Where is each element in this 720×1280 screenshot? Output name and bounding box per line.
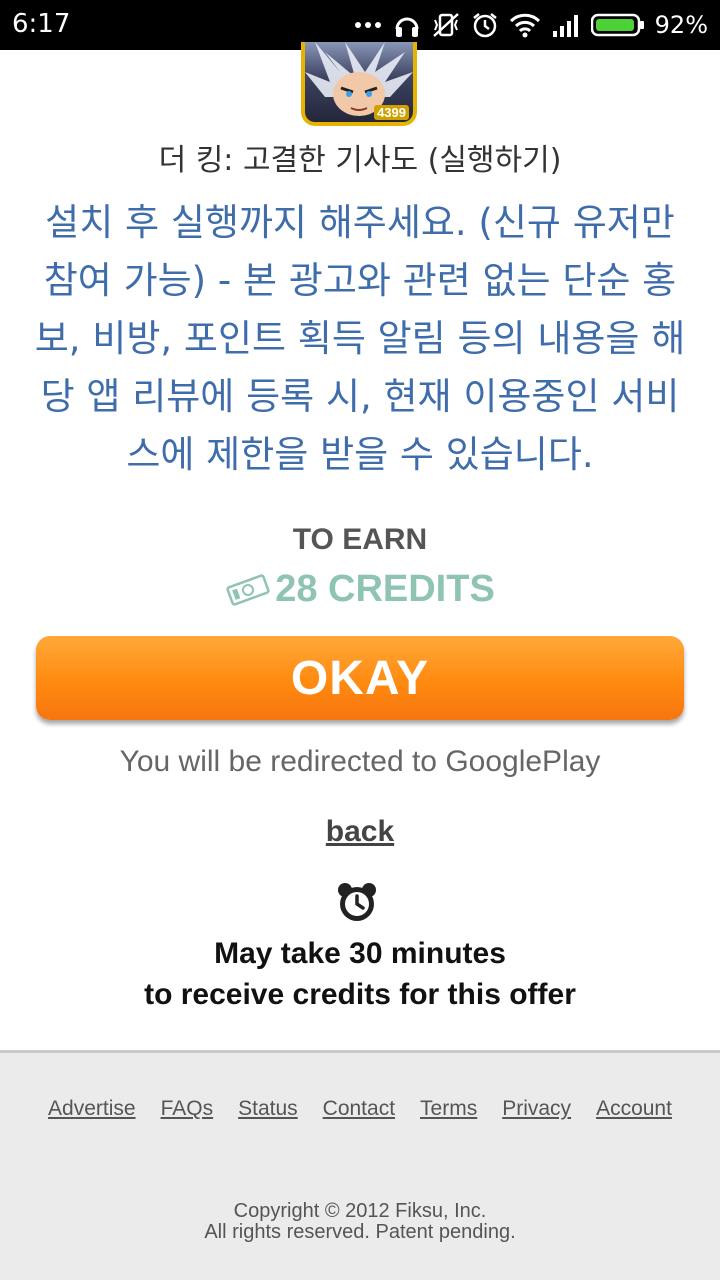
headset-icon <box>393 11 421 39</box>
alarm-icon <box>471 11 499 39</box>
credits-text: 28 CREDITS <box>275 568 495 610</box>
alarm-clock-icon <box>338 883 376 921</box>
status-time: 6:17 <box>12 9 71 39</box>
back-link[interactable]: back <box>0 815 720 849</box>
vibrate-off-icon <box>431 11 461 39</box>
to-earn-label: TO EARN <box>292 523 428 556</box>
footer-link-terms[interactable]: Terms <box>420 1097 477 1121</box>
money-icon <box>226 573 270 606</box>
footer-link-advertise[interactable]: Advertise <box>48 1097 136 1121</box>
footer-link-account[interactable]: Account <box>596 1097 672 1121</box>
battery-icon <box>590 12 645 38</box>
copyright-line-1: Copyright © 2012 Fiksu, Inc. <box>233 1200 487 1222</box>
footer-link-contact[interactable]: Contact <box>323 1097 395 1121</box>
signal-icon <box>551 12 581 38</box>
footer-link-status[interactable]: Status <box>238 1097 298 1121</box>
credits-amount: 28 CREDITS <box>0 568 720 611</box>
wait-notice: May take 30 minutes to receive credits f… <box>0 933 720 1015</box>
footer: Advertise FAQs Status Contact Terms Priv… <box>0 1050 720 1280</box>
app-badge: 4399 <box>374 105 409 120</box>
footer-link-faqs[interactable]: FAQs <box>161 1097 214 1121</box>
copyright: Copyright © 2012 Fiksu, Inc. All rights … <box>0 1201 720 1243</box>
redirect-notice: You will be redirected to GooglePlay <box>119 745 601 778</box>
wait-line-1: May take 30 minutes <box>214 937 506 970</box>
wait-line-2: to receive credits for this offer <box>144 978 576 1011</box>
footer-link-privacy[interactable]: Privacy <box>502 1097 571 1121</box>
wifi-icon <box>509 12 541 38</box>
app-title: 더 킹: 고결한 기사도 (실행하기) <box>158 143 562 178</box>
offer-description: 설치 후 실행까지 해주세요. (신규 유저만 참여 가능) - 본 광고와 관… <box>34 201 686 476</box>
more-icon <box>353 20 383 30</box>
okay-button[interactable]: OKAY <box>36 636 684 720</box>
footer-links: Advertise FAQs Status Contact Terms Priv… <box>0 1097 720 1121</box>
app-icon: 4399 <box>301 42 417 126</box>
copyright-line-2: All rights reserved. Patent pending. <box>204 1221 516 1243</box>
battery-percent: 92% <box>654 11 708 39</box>
